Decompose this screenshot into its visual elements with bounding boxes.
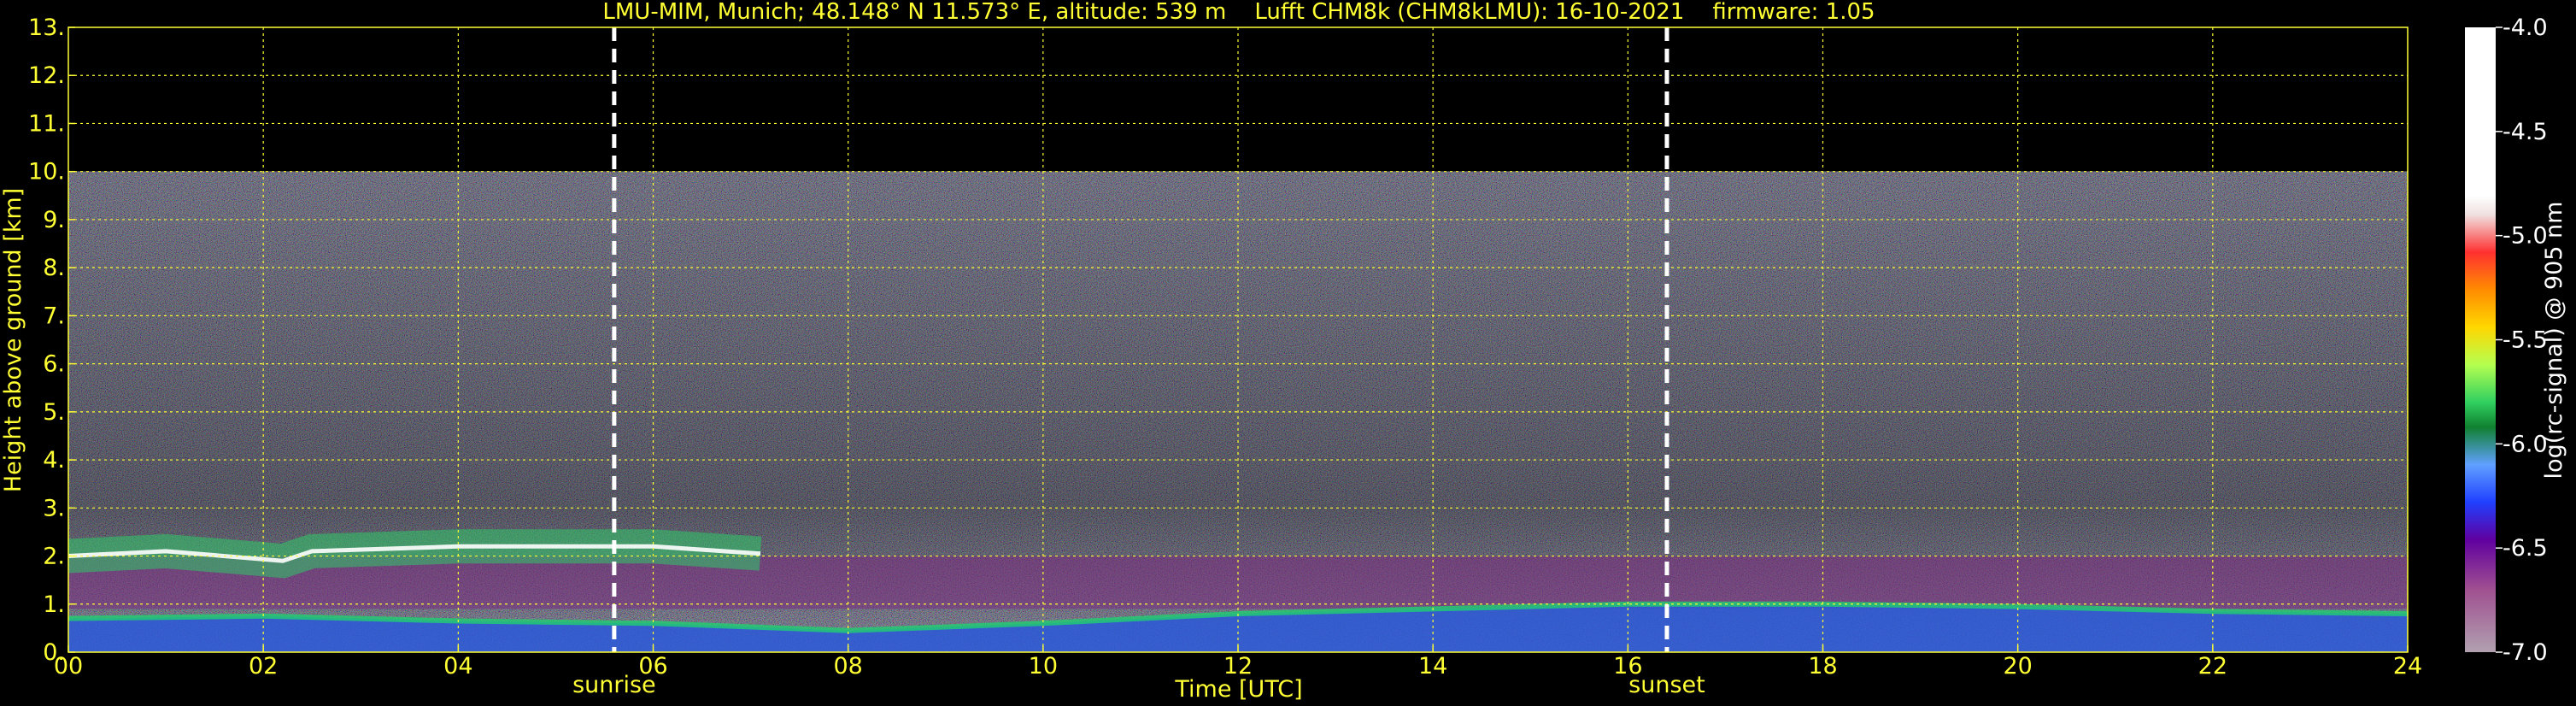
x-tick-label: 18 [1808, 653, 1837, 680]
y-tick-label: 5. [43, 399, 65, 426]
x-tick-label: 20 [2003, 653, 2032, 680]
colorbar-ticks: -4.0-4.5-5.0-5.5-6.0-6.5-7.0 [2496, 15, 2548, 666]
y-tick-label: 4. [43, 447, 65, 474]
y-tick-label: 0. [43, 639, 65, 666]
colorbar-tick-label: -4.5 [2503, 119, 2548, 145]
y-tick-label: 13. [28, 15, 65, 41]
y-axis-label: Height above ground [km] [0, 188, 26, 492]
x-tick-label: 22 [2198, 653, 2227, 680]
y-tick-label: 10. [28, 159, 65, 185]
y-tick-label: 8. [43, 255, 65, 281]
y-tick-label: 11. [28, 110, 65, 137]
x-tick-label: 10 [1029, 653, 1058, 680]
y-tick-label: 6. [43, 351, 65, 378]
y-tick-label: 1. [43, 591, 65, 618]
x-tick-label: 24 [2393, 653, 2422, 680]
colorbar-tick-label: -6.5 [2503, 535, 2548, 562]
colorbar [2465, 27, 2496, 652]
y-tick-label: 2. [43, 544, 65, 570]
x-tick-label: 14 [1418, 653, 1447, 680]
y-tick-label: 12. [28, 62, 65, 89]
colorbar-tick-label: -7.0 [2503, 639, 2548, 666]
colorbar-tick-label: -4.0 [2503, 15, 2548, 41]
y-tick-label: 7. [43, 303, 65, 329]
ceilometer-chart: sunrise sunset 00 02 04 06 08 10 12 14 16 18 20 22 24… [0, 0, 2567, 703]
chart-title: LMU-MIM, Munich; 48.148° N 11.573° E, al… [602, 0, 1875, 25]
x-tick-label: 02 [249, 653, 278, 680]
x-axis-label: Time [UTC] [1174, 676, 1302, 703]
x-tick-label: 08 [833, 653, 862, 680]
y-tick-label: 9. [43, 207, 65, 233]
x-tick-label: 04 [443, 653, 472, 680]
y-tick-label: 3. [43, 495, 65, 521]
x-tick-label: 06 [638, 653, 667, 680]
x-tick-label: 16 [1613, 653, 1642, 680]
colorbar-label: log(rc-signal) @ 905 nm [2541, 202, 2567, 479]
